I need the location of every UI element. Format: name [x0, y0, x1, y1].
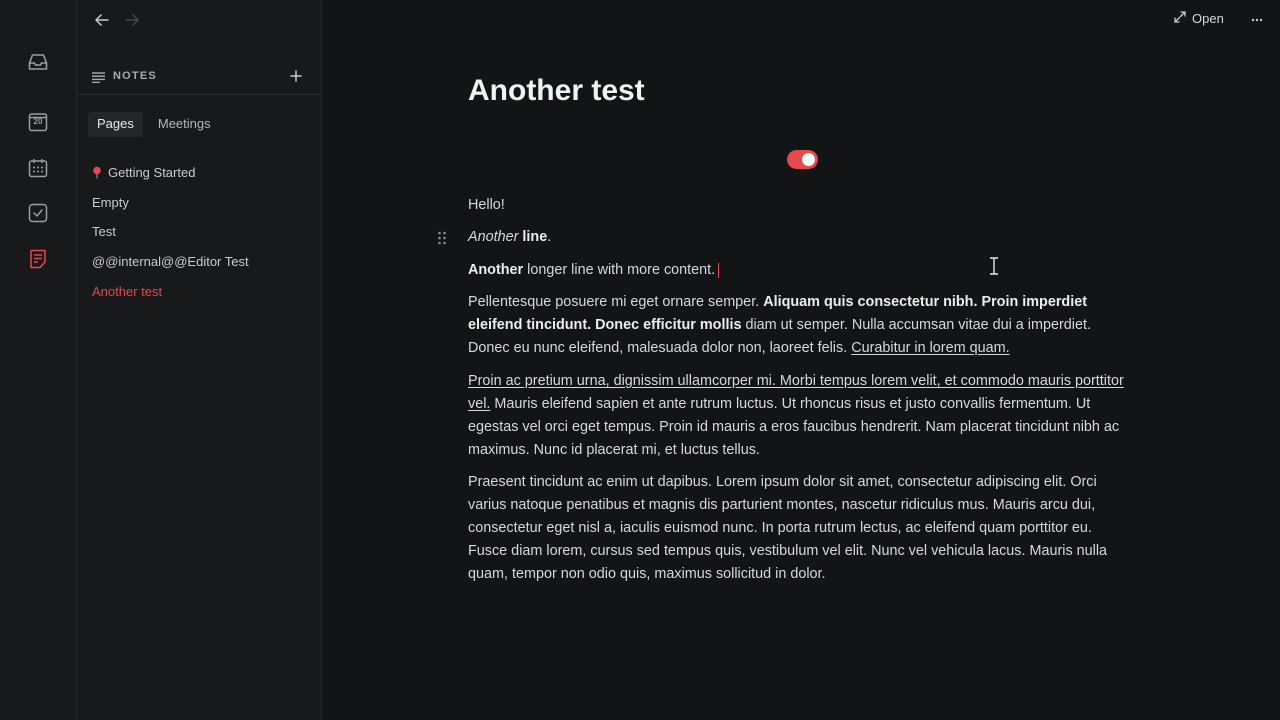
text-run: Mauris eleifend sapien et ante rutrum lu… — [468, 396, 1120, 458]
text-caret — [718, 262, 720, 278]
sidebar: NOTES Pages Meetings Getting Started Emp… — [77, 0, 322, 720]
add-note-icon[interactable] — [289, 69, 303, 83]
notes-icon[interactable] — [26, 247, 50, 271]
paragraph-longer-line[interactable]: Another longer line with more content. — [468, 259, 1128, 282]
page-label: Another test — [92, 283, 163, 299]
tab-pages[interactable]: Pages — [88, 112, 143, 137]
text-run: . — [547, 229, 552, 245]
paragraph-pellentesque[interactable]: Pellentesque posuere mi eget ornare semp… — [468, 291, 1128, 360]
notes-section-header: NOTES — [77, 62, 322, 95]
paragraph-proin[interactable]: Proin ac pretium urna, dignissim ullamco… — [468, 370, 1128, 462]
page-item-getting-started[interactable]: Getting Started — [92, 158, 249, 188]
calendar-day-label: 20 — [33, 117, 43, 126]
page-label: Getting Started — [108, 165, 196, 181]
text-run: Pellentesque posuere mi eget ornare semp… — [468, 294, 764, 310]
section-title: NOTES — [113, 70, 157, 82]
page-item-another-test[interactable]: Another test — [92, 276, 249, 306]
inbox-icon[interactable] — [26, 50, 50, 74]
ibeam-cursor-icon — [989, 257, 999, 275]
bold-text: line — [522, 229, 548, 245]
page-item-test[interactable]: Test — [92, 217, 249, 247]
toggle-knob — [802, 153, 815, 166]
page-item-empty[interactable]: Empty — [92, 188, 249, 218]
text-run: longer line with more content. — [523, 262, 716, 278]
underlined-text: Curabitur in lorem quam. — [851, 340, 1010, 356]
toggle-switch[interactable] — [787, 150, 818, 169]
forward-arrow-icon[interactable] — [123, 11, 141, 29]
text-run: Praesent tincidunt ac enim ut dapibus. L… — [468, 474, 1108, 582]
more-options-icon[interactable] — [1249, 12, 1265, 28]
page-label: Test — [92, 224, 116, 240]
notes-tabs: Pages Meetings — [88, 112, 220, 137]
history-nav — [93, 11, 141, 29]
pin-icon — [92, 166, 104, 180]
open-label: Open — [1192, 11, 1224, 26]
expand-icon — [1174, 11, 1186, 26]
icon-rail: 20 — [0, 0, 77, 720]
page-item-editor-test[interactable]: @@internal@@Editor Test — [92, 247, 249, 277]
pages-list: Getting Started Empty Test @@internal@@E… — [92, 158, 249, 306]
paragraph-hello[interactable]: Hello! — [468, 194, 1128, 217]
page-label: @@internal@@Editor Test — [92, 254, 249, 270]
back-arrow-icon[interactable] — [93, 11, 111, 29]
list-icon — [92, 70, 105, 88]
tab-meetings[interactable]: Meetings — [149, 112, 220, 137]
paragraph-another-line[interactable]: Another line. — [468, 226, 1128, 249]
calendar-icon[interactable] — [26, 156, 50, 180]
text-run: Hello! — [468, 197, 505, 213]
bold-text: Another — [468, 262, 524, 278]
italic-text: Another — [468, 229, 519, 245]
calendar-day-icon[interactable]: 20 — [26, 110, 50, 134]
page-title[interactable]: Another test — [468, 74, 645, 108]
page-label: Empty — [92, 194, 129, 210]
tasks-icon[interactable] — [26, 201, 50, 225]
paragraph-praesent[interactable]: Praesent tincidunt ac enim ut dapibus. L… — [468, 471, 1128, 586]
drag-handle-icon[interactable] — [437, 231, 447, 245]
open-button[interactable]: Open — [1174, 11, 1224, 26]
